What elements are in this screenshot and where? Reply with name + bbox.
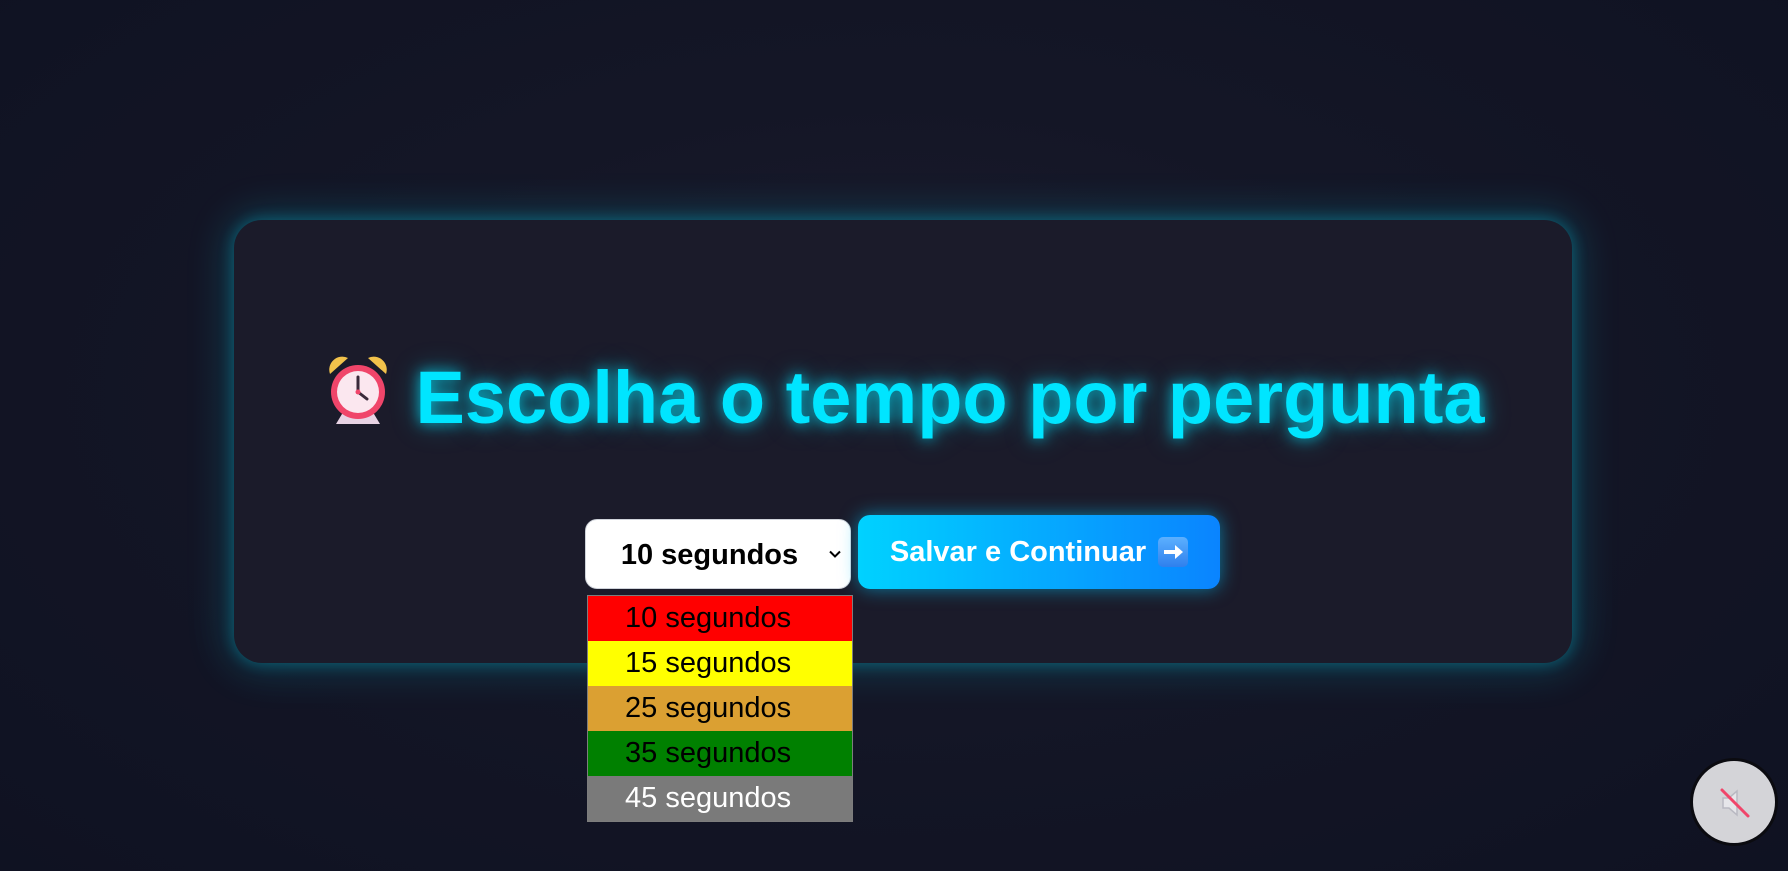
time-select[interactable]: 10 segundos xyxy=(585,519,851,589)
right-arrow-icon xyxy=(1158,537,1189,567)
page-title: Escolha o tempo por pergunta xyxy=(234,355,1572,450)
option-35-segundos[interactable]: 35 segundos xyxy=(588,731,852,776)
save-continue-label: Salvar e Continuar xyxy=(889,535,1147,568)
chevron-down-icon xyxy=(829,550,841,558)
page-title-text: Escolha o tempo por pergunta xyxy=(415,356,1485,439)
alarm-clock-icon xyxy=(322,352,394,446)
option-25-segundos[interactable]: 25 segundos xyxy=(588,686,852,731)
sound-toggle-button[interactable] xyxy=(1690,758,1778,846)
settings-card: Escolha o tempo por pergunta xyxy=(234,220,1572,663)
time-options-list: 10 segundos 15 segundos 25 segundos 35 s… xyxy=(587,595,853,822)
time-select-value: 10 segundos xyxy=(620,539,799,571)
speaker-muted-icon xyxy=(1720,788,1750,818)
option-15-segundos[interactable]: 15 segundos xyxy=(588,641,852,686)
option-10-segundos[interactable]: 10 segundos xyxy=(588,596,852,641)
save-continue-button[interactable]: Salvar e Continuar xyxy=(858,515,1220,589)
option-45-segundos[interactable]: 45 segundos xyxy=(588,776,852,821)
